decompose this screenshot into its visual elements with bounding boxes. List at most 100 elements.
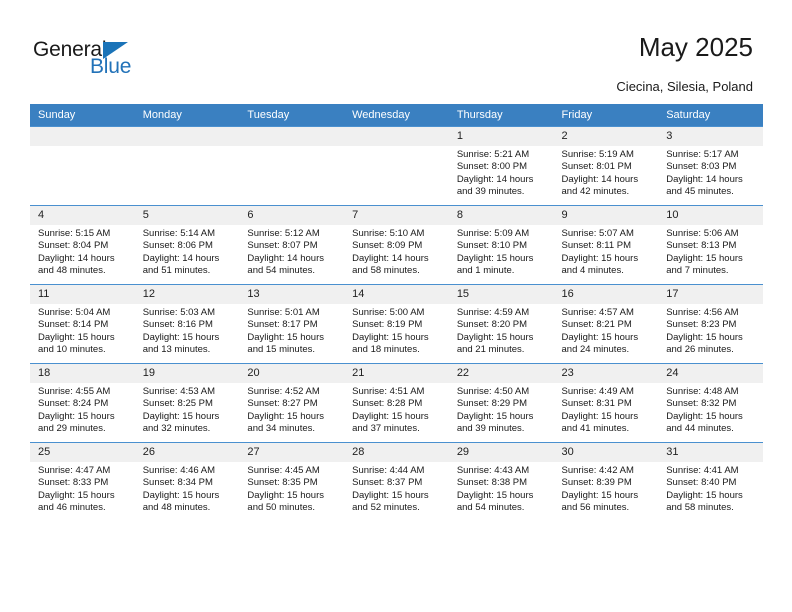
day-info-daylight2: and 26 minutes. [666,344,734,356]
calendar-cell-day[interactable]: 26 Sunrise: 4:46 AM Sunset: 8:34 PM Dayligh… [134,442,240,521]
calendar-cell-day[interactable]: 9 Sunrise: 5:07 AM Sunset: 8:11 PM Daylight… [553,205,659,285]
day-info-daylight2: and 54 minutes. [456,502,525,514]
day-info-daylight2: and 41 minutes. [561,423,630,435]
day-info-daylight2: and 44 minutes. [666,423,734,435]
day-number: 25 [30,443,135,462]
day-number: 5 [134,206,240,225]
day-info-daylight1: Daylight: 15 hours [352,489,429,501]
calendar-cell-day[interactable]: 12 Sunrise: 5:03 AM Sunset: 8:16 PM Dayligh… [134,284,240,364]
day-info-sunset: Sunset: 8:25 PM [142,398,213,410]
day-info-daylight1: Daylight: 15 hours [666,489,743,501]
day-sun-info: Sunrise: 4:45 AM Sunset: 8:35 PM Daylight:… [239,462,344,515]
calendar-cell-day[interactable]: 4 Sunrise: 5:15 AM Sunset: 8:04 PM Daylight… [30,205,135,285]
day-info-daylight1: Daylight: 15 hours [666,252,743,264]
day-sun-info: Sunrise: 4:53 AM Sunset: 8:25 PM Daylight:… [135,383,240,436]
day-sun-info: Sunrise: 4:55 AM Sunset: 8:24 PM Daylight:… [30,383,135,436]
day-cell-content: 12 Sunrise: 5:03 AM Sunset: 8:16 PM Dayligh… [134,285,240,363]
day-info-sunrise: Sunrise: 4:42 AM [561,465,634,476]
day-info-sunset: Sunset: 8:10 PM [456,240,528,252]
day-sun-info: Sunrise: 4:42 AM Sunset: 8:39 PM Daylight:… [554,462,659,515]
day-cell-content: 13 Sunrise: 5:01 AM Sunset: 8:17 PM Dayligh… [239,285,345,363]
day-sun-info: Sunrise: 5:06 AM Sunset: 8:13 PM Daylight:… [658,225,763,278]
day-info-sunrise: Sunrise: 5:04 AM [38,307,111,318]
day-info-daylight1: Daylight: 15 hours [142,410,220,422]
calendar-cell-day[interactable]: 22 Sunrise: 4:50 AM Sunset: 8:29 PM Dayligh… [448,363,554,443]
day-sun-info: Sunrise: 4:43 AM Sunset: 8:38 PM Daylight:… [449,462,554,515]
day-info-daylight1: Daylight: 15 hours [456,252,534,264]
day-info-sunset: Sunset: 8:39 PM [561,477,632,489]
calendar-cell-day[interactable]: 1 Sunrise: 5:21 AM Sunset: 8:00 PM Daylight… [448,126,554,206]
day-number: 27 [239,443,345,462]
day-info-sunrise: Sunrise: 4:46 AM [142,465,216,476]
calendar-cell-day[interactable]: 10 Sunrise: 5:06 AM Sunset: 8:13 PM Dayligh… [658,205,763,285]
calendar-cell-day[interactable]: 28 Sunrise: 4:44 AM Sunset: 8:37 PM Dayligh… [344,442,449,521]
day-info-sunrise: Sunrise: 5:15 AM [38,228,111,239]
day-sun-info: Sunrise: 4:52 AM Sunset: 8:27 PM Daylight:… [239,383,344,436]
calendar-cell-day[interactable]: 13 Sunrise: 5:01 AM Sunset: 8:17 PM Dayligh… [239,284,345,364]
day-info-sunset: Sunset: 8:32 PM [666,398,737,410]
day-info-sunset: Sunset: 8:06 PM [142,240,213,252]
calendar-cell-day[interactable]: 11 Sunrise: 5:04 AM Sunset: 8:14 PM Dayligh… [30,284,135,364]
day-number: 24 [658,364,763,383]
day-info-sunset: Sunset: 8:11 PM [561,240,632,252]
day-info-daylight2: and 39 minutes. [456,423,525,435]
day-info-sunset: Sunset: 8:21 PM [561,319,632,331]
day-info-daylight1: Daylight: 15 hours [352,331,429,343]
calendar-cell-day[interactable]: 18 Sunrise: 4:55 AM Sunset: 8:24 PM Dayligh… [30,363,135,443]
day-cell-content: 5 Sunrise: 5:14 AM Sunset: 8:06 PM Daylight… [134,206,240,284]
calendar-cell-day[interactable]: 16 Sunrise: 4:57 AM Sunset: 8:21 PM Dayligh… [553,284,659,364]
day-sun-info: Sunrise: 5:00 AM Sunset: 8:19 PM Daylight:… [344,304,449,357]
day-info-daylight1: Daylight: 14 hours [561,173,639,185]
calendar-cell-empty [134,126,240,206]
weekday-header-friday: Friday [553,104,659,127]
calendar-cell-day[interactable]: 2 Sunrise: 5:19 AM Sunset: 8:01 PM Daylight… [553,126,659,206]
day-info-sunrise: Sunrise: 4:48 AM [666,386,739,397]
day-info-sunrise: Sunrise: 5:14 AM [142,228,216,239]
calendar-cell-day[interactable]: 23 Sunrise: 4:49 AM Sunset: 8:31 PM Dayligh… [553,363,659,443]
calendar-cell-day[interactable]: 15 Sunrise: 4:59 AM Sunset: 8:20 PM Dayligh… [448,284,554,364]
calendar-cell-day[interactable]: 8 Sunrise: 5:09 AM Sunset: 8:10 PM Daylight… [448,205,554,285]
day-info-sunset: Sunset: 8:38 PM [456,477,528,489]
day-number: 7 [344,206,449,225]
day-info-daylight1: Daylight: 15 hours [38,489,115,501]
day-number: 18 [30,364,135,383]
day-info-daylight1: Daylight: 14 hours [666,173,743,185]
day-info-sunset: Sunset: 8:33 PM [38,477,109,489]
day-sun-info: Sunrise: 4:41 AM Sunset: 8:40 PM Daylight:… [658,462,763,515]
day-info-sunrise: Sunrise: 4:59 AM [456,307,530,318]
day-sun-info: Sunrise: 4:51 AM Sunset: 8:28 PM Daylight:… [344,383,449,436]
calendar-cell-day[interactable]: 19 Sunrise: 4:53 AM Sunset: 8:25 PM Dayligh… [134,363,240,443]
day-info-sunset: Sunset: 8:07 PM [247,240,318,252]
calendar-cell-day[interactable]: 6 Sunrise: 5:12 AM Sunset: 8:07 PM Daylight… [239,205,345,285]
calendar-page: General Blue May 2025 Ciecina, Silesia, … [0,0,792,612]
day-info-sunset: Sunset: 8:13 PM [666,240,737,252]
day-sun-info: Sunrise: 5:21 AM Sunset: 8:00 PM Daylight:… [449,146,554,199]
calendar-cell-day[interactable]: 7 Sunrise: 5:10 AM Sunset: 8:09 PM Daylight… [344,205,449,285]
day-info-daylight1: Daylight: 15 hours [352,410,429,422]
calendar-cell-day[interactable]: 5 Sunrise: 5:14 AM Sunset: 8:06 PM Daylight… [134,205,240,285]
empty-day-band [239,127,345,146]
calendar-cell-day[interactable]: 14 Sunrise: 5:00 AM Sunset: 8:19 PM Dayligh… [344,284,449,364]
calendar-cell-day[interactable]: 29 Sunrise: 4:43 AM Sunset: 8:38 PM Dayligh… [448,442,554,521]
day-info-daylight1: Daylight: 14 hours [247,252,324,264]
calendar-cell-day[interactable]: 30 Sunrise: 4:42 AM Sunset: 8:39 PM Dayligh… [553,442,659,521]
weekday-header-sunday: Sunday [30,104,135,127]
calendar-cell-day[interactable]: 20 Sunrise: 4:52 AM Sunset: 8:27 PM Dayligh… [239,363,345,443]
day-info-sunrise: Sunrise: 4:53 AM [142,386,216,397]
brand-logo[interactable]: General Blue [33,38,213,88]
calendar-cell-day[interactable]: 31 Sunrise: 4:41 AM Sunset: 8:40 PM Dayligh… [658,442,763,521]
calendar-cell-day[interactable]: 25 Sunrise: 4:47 AM Sunset: 8:33 PM Dayligh… [30,442,135,521]
day-number: 1 [448,127,554,146]
day-sun-info: Sunrise: 5:15 AM Sunset: 8:04 PM Daylight:… [30,225,135,278]
empty-day-band [134,127,240,146]
page-title: May 2025 [638,32,753,62]
calendar-cell-day[interactable]: 3 Sunrise: 5:17 AM Sunset: 8:03 PM Daylight… [658,126,763,206]
day-info-daylight1: Daylight: 14 hours [352,252,429,264]
day-info-daylight1: Daylight: 15 hours [666,331,743,343]
day-number: 28 [344,443,449,462]
calendar-cell-day[interactable]: 21 Sunrise: 4:51 AM Sunset: 8:28 PM Dayligh… [344,363,449,443]
calendar-cell-day[interactable]: 24 Sunrise: 4:48 AM Sunset: 8:32 PM Dayligh… [658,363,763,443]
calendar-cell-day[interactable]: 27 Sunrise: 4:45 AM Sunset: 8:35 PM Dayligh… [239,442,345,521]
day-number: 26 [134,443,240,462]
calendar-cell-day[interactable]: 17 Sunrise: 4:56 AM Sunset: 8:23 PM Dayligh… [658,284,763,364]
